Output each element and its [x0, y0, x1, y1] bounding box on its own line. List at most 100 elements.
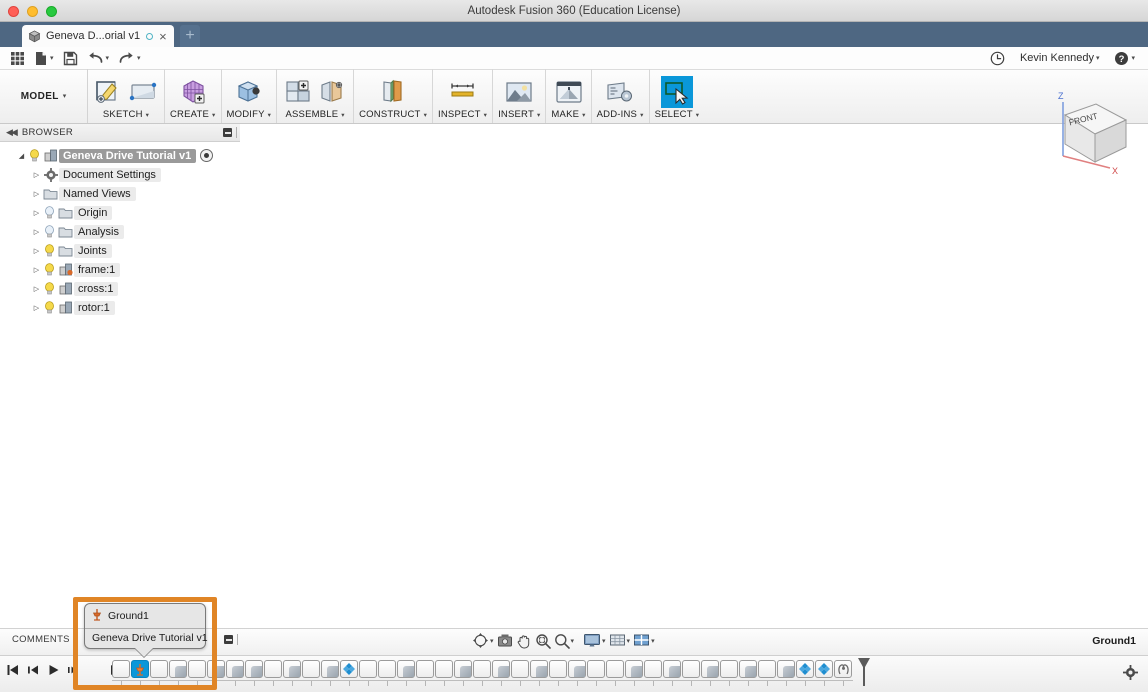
browser-item-origin[interactable]: ▷ Origin — [0, 203, 240, 222]
select-icon[interactable] — [661, 76, 693, 108]
user-account-menu[interactable]: Kevin Kennedy ▾ — [1017, 51, 1103, 65]
job-status-button[interactable] — [987, 50, 1008, 67]
joint-icon[interactable] — [316, 76, 348, 108]
timeline-node[interactable] — [245, 660, 263, 678]
visibility-bulb-icon[interactable] — [42, 225, 57, 238]
timeline-node[interactable] — [834, 660, 852, 678]
visibility-bulb-icon[interactable] — [42, 206, 57, 219]
redo-button[interactable]: ▾ — [115, 50, 144, 67]
browser-item-document-settings[interactable]: ▷ Document Settings — [0, 165, 240, 184]
expand-arrow-icon[interactable]: ▷ — [31, 304, 42, 312]
press-pull-icon[interactable] — [233, 76, 265, 108]
play-button[interactable] — [47, 663, 60, 682]
ribbon-group-label[interactable]: CREATE ▾ — [170, 109, 216, 123]
timeline-node[interactable] — [131, 660, 149, 678]
browser-item-joints[interactable]: ▷ Joints — [0, 241, 240, 260]
browser-item-named-views[interactable]: ▷ Named Views — [0, 184, 240, 203]
browser-item-rotor[interactable]: ▷ rotor:1 — [0, 298, 240, 317]
go-to-beginning-button[interactable] — [6, 663, 20, 682]
timeline-node[interactable] — [283, 660, 301, 678]
ribbon-group-label[interactable]: INSERT ▾ — [498, 109, 540, 123]
timeline-node[interactable] — [112, 660, 130, 678]
expand-arrow-icon[interactable]: ▷ — [31, 247, 42, 255]
grid-snaps-tool[interactable]: ▾ — [609, 633, 631, 648]
timeline-node[interactable] — [435, 660, 453, 678]
ribbon-group-label[interactable]: MODIFY ▾ — [227, 109, 272, 123]
timeline-node[interactable] — [492, 660, 510, 678]
timeline-node[interactable] — [777, 660, 795, 678]
panel-toggle-icon[interactable] — [223, 128, 232, 137]
browser-item-cross[interactable]: ▷ cross:1 — [0, 279, 240, 298]
timeline-node[interactable] — [169, 660, 187, 678]
look-at-tool[interactable] — [497, 633, 513, 648]
timeline-node[interactable] — [682, 660, 700, 678]
save-button[interactable] — [60, 50, 81, 67]
visibility-eye-icon[interactable] — [200, 149, 213, 162]
expand-arrow-icon[interactable]: ▷ — [31, 171, 42, 179]
timeline-node[interactable] — [625, 660, 643, 678]
timeline-node[interactable] — [663, 660, 681, 678]
timeline-settings-button[interactable] — [1123, 665, 1138, 685]
comments-label[interactable]: COMMENTS — [12, 634, 70, 645]
timeline-node[interactable] — [359, 660, 377, 678]
timeline-node[interactable] — [739, 660, 757, 678]
offset-plane-icon[interactable] — [377, 76, 409, 108]
timeline-node[interactable] — [416, 660, 434, 678]
show-data-panel-button[interactable] — [7, 50, 28, 67]
help-menu-button[interactable]: ? ▾ — [1111, 50, 1138, 67]
viewports-tool[interactable]: ▾ — [633, 633, 655, 648]
visibility-bulb-icon[interactable] — [42, 301, 57, 314]
timeline-node[interactable] — [340, 660, 358, 678]
collapse-left-icon[interactable]: ◀◀ — [6, 127, 16, 138]
ribbon-group-label[interactable]: ADD-INS ▾ — [597, 109, 644, 123]
timeline-node[interactable] — [321, 660, 339, 678]
timeline-node[interactable] — [264, 660, 282, 678]
timeline-node[interactable] — [378, 660, 396, 678]
panel-toggle-icon[interactable] — [224, 635, 233, 644]
zoom-tool[interactable]: ▾ — [554, 633, 575, 649]
timeline-node[interactable] — [302, 660, 320, 678]
expand-arrow-icon[interactable]: ▷ — [31, 285, 42, 293]
zoom-window-tool[interactable] — [535, 633, 551, 649]
create-form-icon[interactable] — [177, 76, 209, 108]
expand-arrow-icon[interactable]: ▷ — [31, 266, 42, 274]
workspace-selector[interactable]: MODEL ▾ — [0, 69, 88, 123]
visibility-bulb-icon[interactable] — [42, 263, 57, 276]
timeline-node[interactable] — [587, 660, 605, 678]
timeline-node[interactable] — [473, 660, 491, 678]
expand-arrow-icon[interactable]: ▷ — [31, 228, 42, 236]
step-forward-button[interactable] — [67, 663, 80, 682]
timeline-playhead[interactable] — [858, 658, 870, 686]
new-tab-button[interactable]: + — [180, 25, 200, 47]
sketch-rectangle-icon[interactable] — [127, 76, 159, 108]
browser-item-analysis[interactable]: ▷ Analysis — [0, 222, 240, 241]
timeline-node[interactable] — [226, 660, 244, 678]
pan-tool[interactable] — [516, 633, 532, 649]
3d-print-icon[interactable] — [553, 76, 585, 108]
timeline-node[interactable] — [720, 660, 738, 678]
view-cube[interactable]: Z X FRONT — [1036, 82, 1140, 178]
visibility-bulb-icon[interactable] — [27, 149, 42, 162]
orbit-tool[interactable]: ▾ — [472, 632, 494, 649]
ribbon-group-label[interactable]: CONSTRUCT ▾ — [359, 109, 427, 123]
ribbon-group-label[interactable]: ASSEMBLE ▾ — [285, 109, 344, 123]
step-back-button[interactable] — [27, 663, 40, 682]
visibility-bulb-icon[interactable] — [42, 244, 57, 257]
display-settings-tool[interactable]: ▾ — [583, 633, 606, 648]
measure-icon[interactable] — [447, 76, 479, 108]
timeline-node[interactable] — [188, 660, 206, 678]
create-sketch-icon[interactable] — [93, 76, 125, 108]
timeline-node[interactable] — [549, 660, 567, 678]
file-menu-button[interactable]: ▾ — [31, 50, 57, 67]
new-component-icon[interactable] — [282, 76, 314, 108]
timeline-node[interactable] — [511, 660, 529, 678]
timeline-node[interactable] — [207, 660, 225, 678]
timeline-node[interactable] — [606, 660, 624, 678]
ribbon-group-label[interactable]: SKETCH ▾ — [103, 109, 149, 123]
scripts-addins-icon[interactable] — [604, 76, 636, 108]
timeline-node[interactable] — [568, 660, 586, 678]
timeline-node[interactable] — [150, 660, 168, 678]
timeline-node[interactable] — [454, 660, 472, 678]
timeline-node[interactable] — [796, 660, 814, 678]
expand-arrow-icon[interactable]: ◢ — [16, 152, 27, 160]
